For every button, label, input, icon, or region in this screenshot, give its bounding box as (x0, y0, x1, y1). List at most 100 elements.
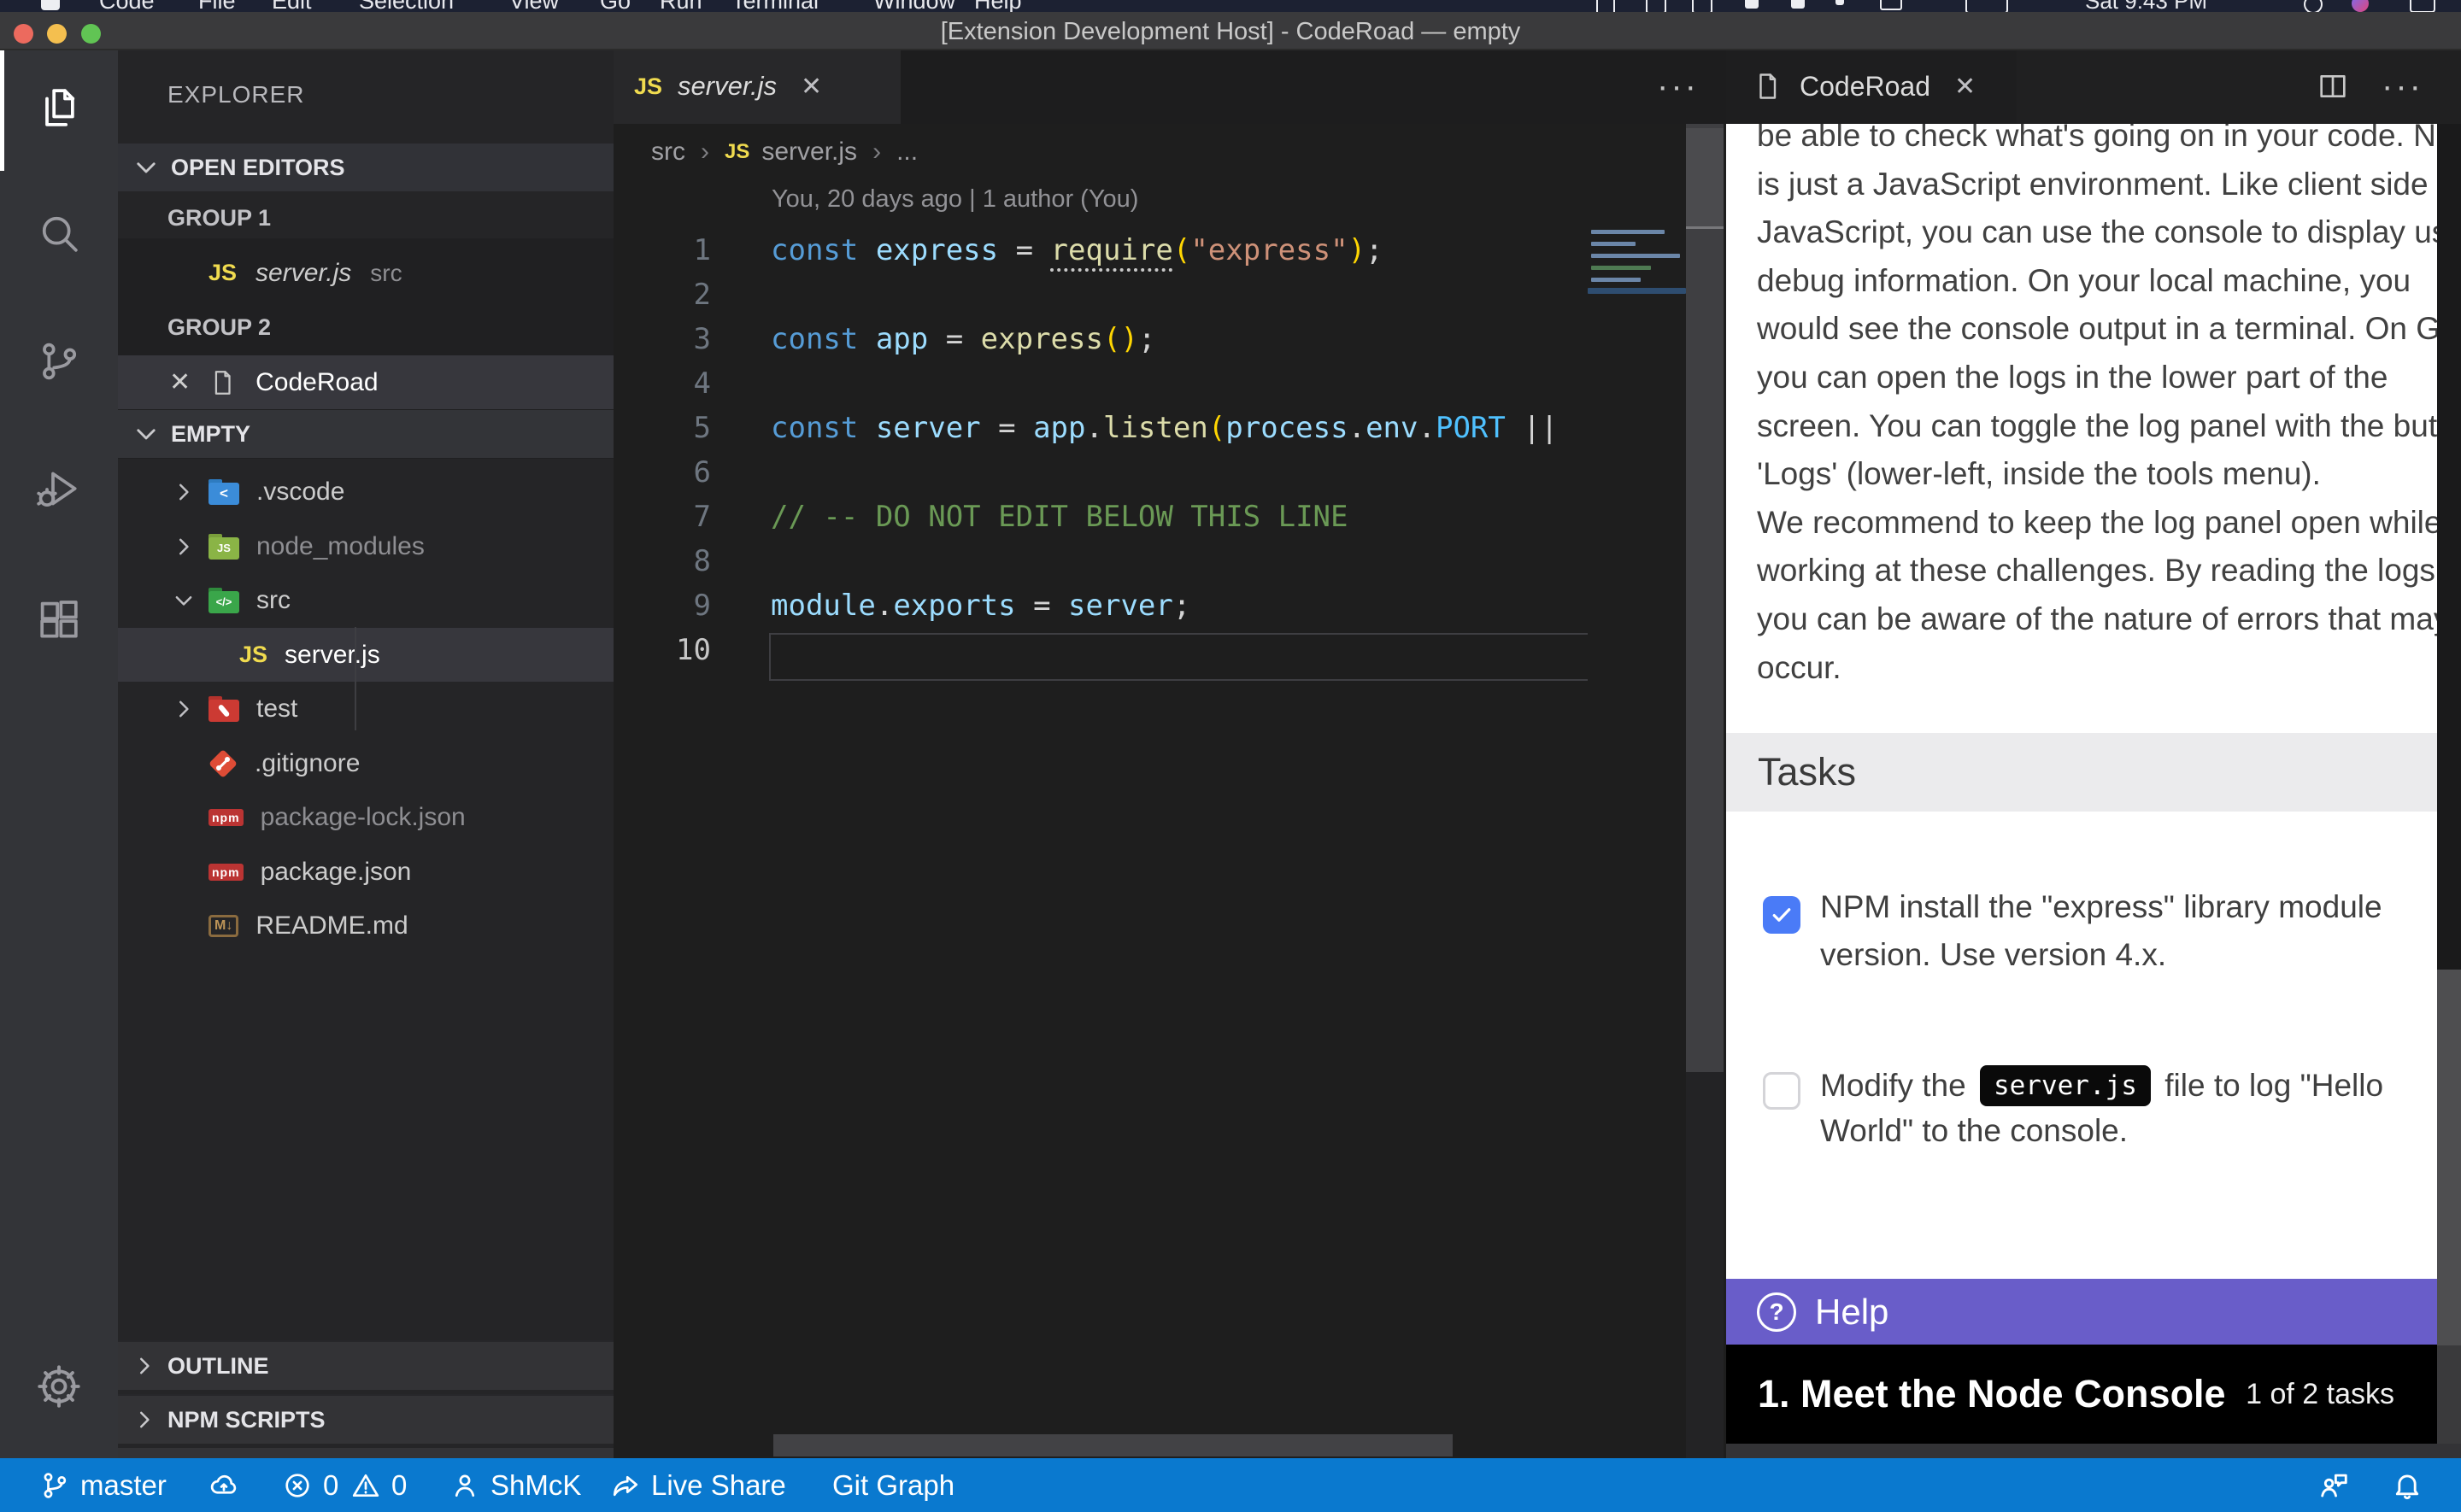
close-tab-icon[interactable]: ✕ (801, 72, 822, 102)
menubar-status-icon[interactable] (1646, 0, 1666, 12)
activitybar-item-extensions[interactable] (0, 569, 118, 671)
menubar-status-icon[interactable] (1596, 0, 1615, 12)
code-line-3[interactable]: const app = express(); (771, 322, 1155, 356)
statusbar-item-liveshare-account[interactable]: ShMcK (449, 1458, 581, 1512)
menu-terminal[interactable]: Terminal (731, 0, 819, 12)
tree-item-server-js[interactable]: JSserver.js (118, 628, 614, 682)
tree-item--gitignore[interactable]: .gitignore (118, 736, 614, 790)
menu-help[interactable]: Help (974, 0, 1022, 12)
menu-view[interactable]: View (509, 0, 559, 12)
editor-scrollbar-thumb[interactable] (1686, 128, 1724, 229)
coderoad-more-actions-button[interactable]: ··· (2382, 49, 2423, 124)
statusbar-item-notifications[interactable] (2391, 1458, 2423, 1512)
minimap-current-line (1588, 288, 1686, 294)
statusbar-item-feedback[interactable] (2317, 1458, 2350, 1512)
menubar-status-icon[interactable] (1791, 0, 1805, 9)
breadcrumb-symbol[interactable]: ... (896, 138, 918, 167)
menu-window[interactable]: Window (873, 0, 955, 12)
close-tab-icon[interactable]: ✕ (1954, 72, 1976, 102)
minimap[interactable] (1588, 124, 1686, 1458)
menu-go[interactable]: Go (600, 0, 631, 12)
menu-selection[interactable]: Selection (359, 0, 454, 12)
spotlight-icon[interactable] (2304, 0, 2323, 12)
chevron-down-icon (132, 419, 161, 448)
error-icon (282, 1470, 313, 1501)
doc-icon (1752, 71, 1783, 102)
open-editor-server.js[interactable]: JSserver.jssrc (118, 246, 614, 300)
tab-coderoad[interactable]: CodeRoad ✕ (1726, 49, 2017, 124)
split-editor-icon[interactable] (2316, 49, 2350, 124)
statusbar-item-errors[interactable]: 0 (282, 1458, 338, 1512)
check-icon (1769, 902, 1794, 928)
vscode-window: Code File Edit Selection View Go Run Terminal Wi… (0, 0, 2461, 1512)
statusbar-item-sync[interactable] (209, 1458, 239, 1512)
lesson-header-bar[interactable]: 1. Meet the Node Console 1 of 2 tasks (1726, 1345, 2437, 1444)
chevron-right-icon (171, 479, 197, 505)
tree-item-package-lock-json[interactable]: npmpackage-lock.json (118, 790, 614, 844)
editor-tab-bar: JS server.js ✕ ··· (614, 49, 1726, 124)
code-line-1[interactable]: const express = require("express"); (771, 233, 1383, 267)
open-editor-coderoad[interactable]: ✕CodeRoad (118, 355, 614, 409)
menubar-status-icon[interactable] (1880, 0, 1902, 10)
editor-scrollbar[interactable] (1686, 124, 1724, 1458)
menubar-status-icon[interactable] (1692, 0, 1712, 12)
statusbar-item-git-branch[interactable]: master (39, 1458, 167, 1512)
control-center-icon[interactable] (2410, 0, 2435, 12)
activitybar-item-settings[interactable] (0, 1335, 118, 1438)
tree-item-readme-md[interactable]: M↓README.md (118, 899, 614, 952)
tree-item-src[interactable]: </>src (118, 573, 614, 627)
warning-icon (350, 1470, 381, 1501)
breadcrumb[interactable]: src›JSserver.js›... (651, 124, 918, 180)
search-icon (35, 209, 83, 257)
chevron-down-icon (132, 153, 161, 182)
task-text-line: version. Use version 4.x. (1820, 937, 2166, 973)
webview-scrollbar[interactable] (2437, 124, 2461, 1444)
editor-horizontal-scrollbar-thumb[interactable] (773, 1434, 1453, 1456)
menubar-clock[interactable]: Sat 9:43 PM (2085, 0, 2207, 12)
section-outline[interactable]: OUTLINE (118, 1340, 614, 1390)
statusbar-item-live-share[interactable]: Live Share (610, 1458, 786, 1512)
help-bar[interactable]: ? Help (1726, 1279, 2437, 1345)
menubar-status-icon[interactable] (1835, 0, 1844, 5)
feedback-icon (2317, 1469, 2350, 1502)
webview-scrollbar-thumb[interactable] (2437, 124, 2461, 970)
code-line-5[interactable]: const server = app.listen(process.env.PO… (771, 411, 1558, 445)
section-npm-scripts[interactable]: NPM SCRIPTS (118, 1394, 614, 1444)
task-checkbox-unchecked[interactable] (1763, 1072, 1800, 1110)
menu-edit[interactable]: Edit (272, 0, 312, 12)
activitybar-item-run-debug[interactable] (0, 437, 118, 540)
apple-icon[interactable] (41, 0, 60, 10)
siri-icon[interactable] (2352, 0, 2369, 12)
tree-item-test[interactable]: test (118, 682, 614, 735)
task-checkbox-checked[interactable] (1763, 896, 1800, 934)
menu-file[interactable]: File (198, 0, 236, 12)
menu-run[interactable]: Run (660, 0, 702, 12)
editor-more-actions-button[interactable]: ··· (1657, 49, 1699, 124)
line-number: 1 (614, 233, 711, 267)
breadcrumb-file[interactable]: server.js (761, 138, 857, 167)
tree-item-package-json[interactable]: npmpackage.json (118, 845, 614, 899)
current-line-highlight (769, 633, 1591, 681)
tab-server-js[interactable]: JS server.js ✕ (614, 49, 901, 124)
git-branch-icon (39, 1470, 70, 1501)
line-number: 5 (614, 411, 711, 445)
codelens-authors[interactable]: You, 20 days ago | 1 author (You) (772, 185, 1138, 214)
tree-item--vscode[interactable]: <.vscode (118, 465, 614, 519)
code-line-7[interactable]: // -- DO NOT EDIT BELOW THIS LINE (771, 500, 1348, 534)
chevron-right-icon (132, 1353, 157, 1379)
window-titlebar[interactable]: [Extension Development Host] - CodeRoad … (0, 12, 2461, 50)
activitybar-item-search[interactable] (0, 182, 118, 284)
statusbar-item-warnings[interactable]: 0 (350, 1458, 407, 1512)
source-control-icon (35, 337, 83, 385)
breadcrumb-src[interactable]: src (651, 138, 685, 167)
menu-code[interactable]: Code (99, 0, 155, 12)
menubar-status-icon[interactable] (1745, 0, 1759, 9)
activitybar-item-explorer[interactable] (0, 56, 118, 159)
code-line-9[interactable]: module.exports = server; (771, 589, 1190, 623)
activitybar-item-source-control[interactable] (0, 310, 118, 413)
section-open-editors[interactable]: OPEN EDITORS (118, 144, 614, 191)
statusbar-item-git-graph[interactable]: Git Graph (822, 1458, 954, 1512)
tree-item-node-modules[interactable]: JSnode_modules (118, 519, 614, 573)
section-empty-folder[interactable]: EMPTY (118, 410, 614, 458)
close-editor-icon[interactable]: ✕ (169, 367, 191, 397)
